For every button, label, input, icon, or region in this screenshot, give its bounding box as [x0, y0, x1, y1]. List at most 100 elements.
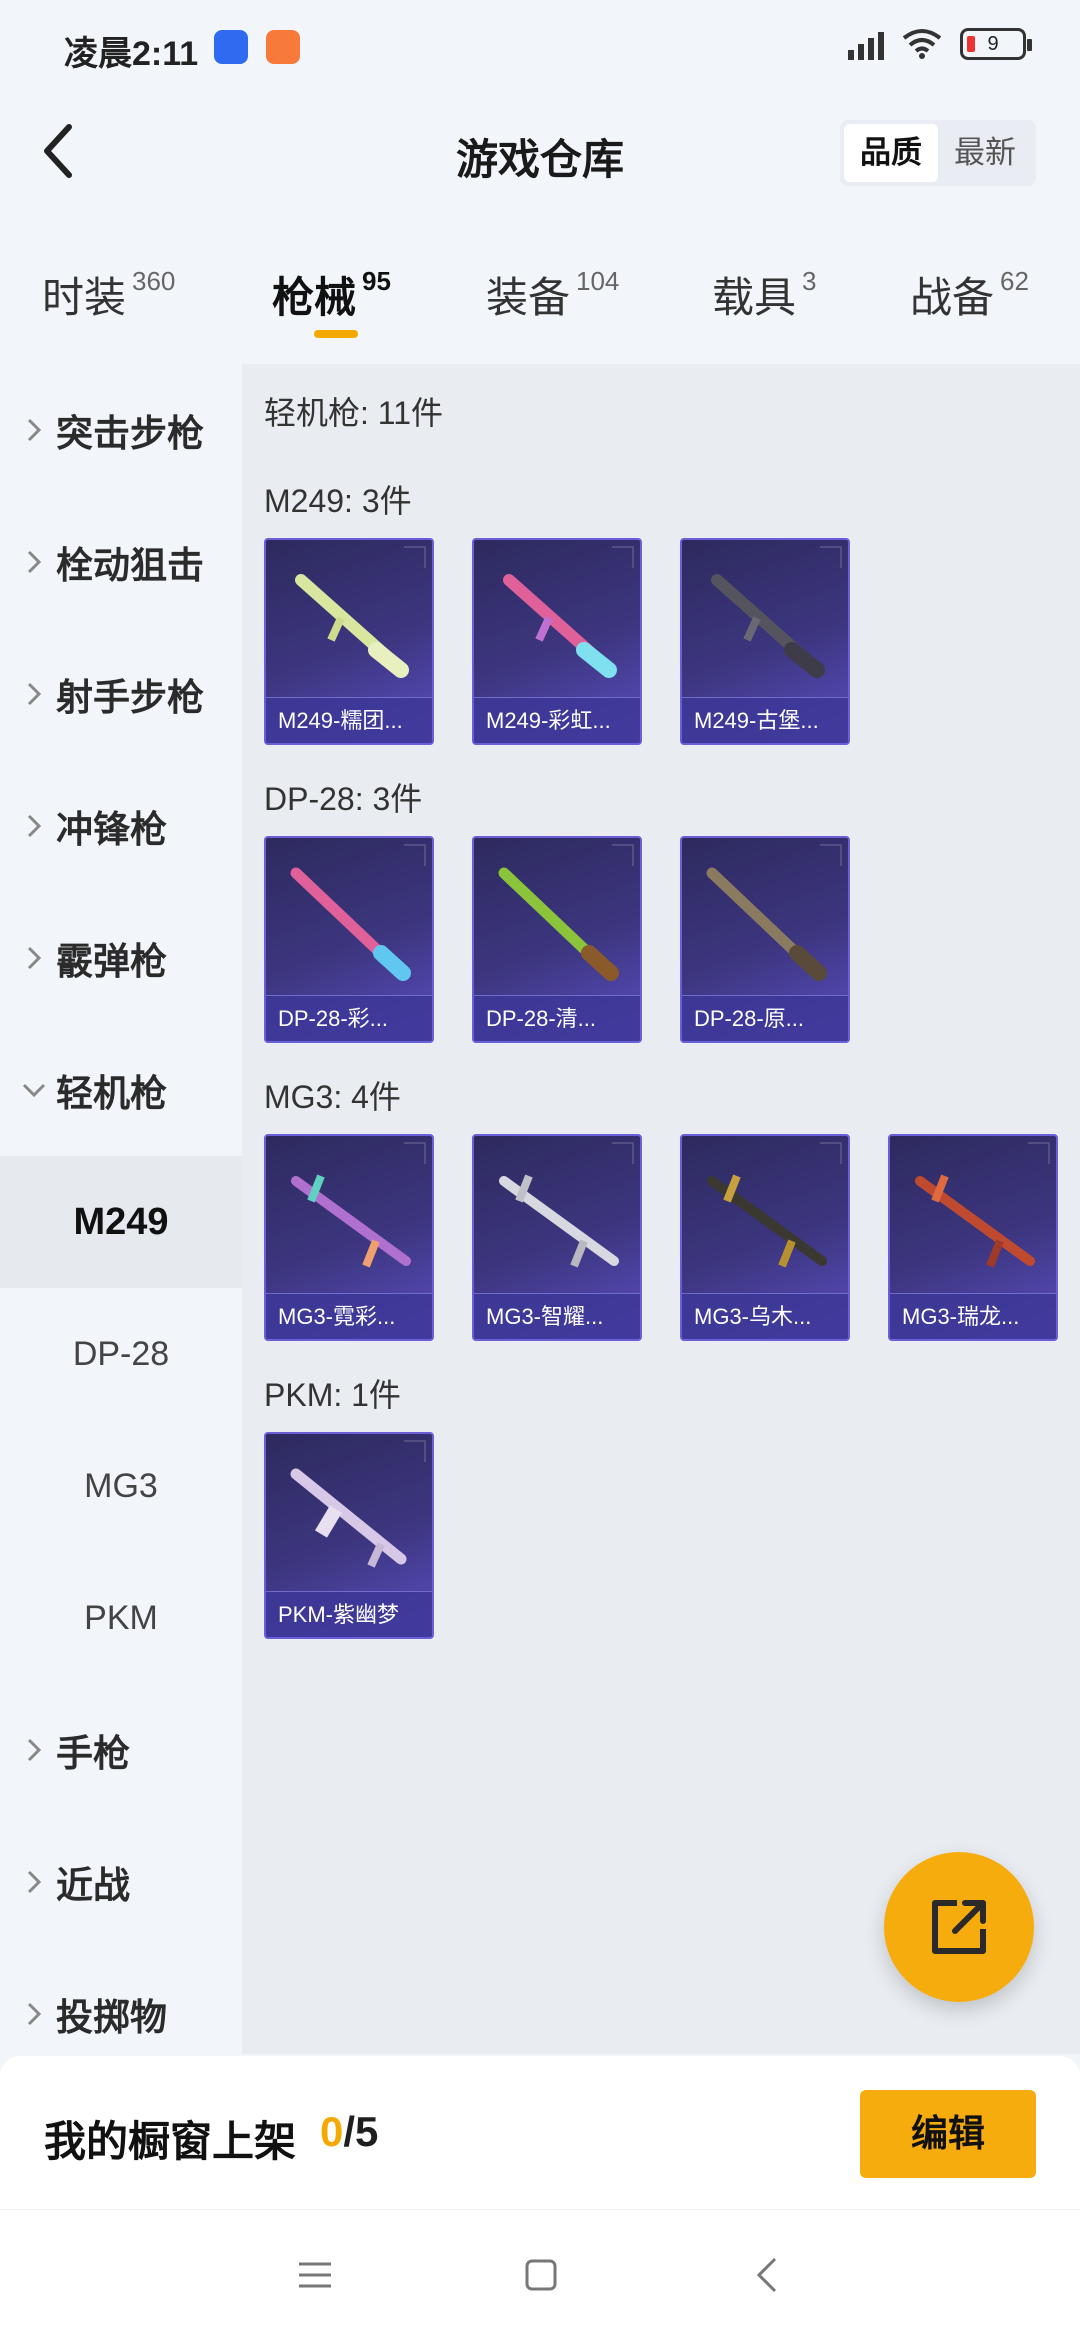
lmg-icon	[291, 1174, 411, 1268]
tab-fashion[interactable]: 时装 360	[42, 264, 175, 325]
showcase-separator: /	[343, 2108, 356, 2155]
item-card[interactable]: M249-古堡...	[680, 538, 850, 745]
category-sidebar: 突击步枪 栓动狙击 射手步枪 冲锋枪 霰弹枪 轻机枪 M249 DP-28 MG…	[0, 364, 242, 2064]
tab-count: 95	[362, 266, 391, 296]
item-card[interactable]: DP-28-彩...	[264, 836, 434, 1043]
active-tab-indicator	[314, 330, 358, 338]
showcase-max: 5	[355, 2108, 379, 2155]
header: 游戏仓库 品质 最新	[0, 96, 1080, 208]
sidebar-item-shotgun[interactable]: 霰弹枪	[0, 892, 242, 1024]
sidebar-subitem-mg3[interactable]: MG3	[0, 1420, 242, 1552]
group-title: MG3: 4件	[264, 1079, 401, 1115]
tab-vehicles[interactable]: 载具 3	[712, 264, 816, 325]
item-name: DP-28-彩...	[266, 995, 432, 1041]
item-card[interactable]: M249-糯团...	[264, 538, 434, 745]
group-title: PKM: 1件	[264, 1377, 401, 1413]
sidebar-item-smg[interactable]: 冲锋枪	[0, 760, 242, 892]
tab-equipment[interactable]: 装备 104	[486, 264, 619, 325]
group-title: M249: 3件	[264, 483, 412, 519]
tab-label: 载具	[712, 274, 797, 321]
tab-firearms[interactable]: 枪械 95	[272, 264, 391, 325]
menu-button[interactable]	[290, 2250, 340, 2300]
sort-option-quality[interactable]: 品质	[844, 124, 938, 182]
item-card[interactable]: MG3-乌木...	[680, 1134, 850, 1341]
sidebar-subitem-dp28[interactable]: DP-28	[0, 1288, 242, 1420]
sort-toggle: 品质 最新	[840, 120, 1036, 186]
chevron-right-icon	[22, 2002, 46, 2026]
group-title: DP-28: 3件	[264, 781, 423, 817]
showcase-count: 0/5	[320, 2108, 378, 2156]
lmg-icon	[290, 867, 411, 981]
item-name: DP-28-清...	[474, 995, 640, 1041]
item-name: MG3-瑞龙...	[890, 1293, 1056, 1339]
tab-supplies[interactable]: 战备 62	[910, 264, 1029, 325]
lmg-icon	[295, 574, 409, 678]
battery-level: 9	[987, 33, 999, 55]
item-card[interactable]: DP-28-原...	[680, 836, 850, 1043]
showcase-current: 0	[320, 2108, 344, 2155]
sidebar-item-label: 霰弹枪	[56, 941, 167, 982]
sidebar-item-assault-rifle[interactable]: 突击步枪	[0, 364, 242, 496]
tab-count: 360	[132, 266, 176, 296]
showcase-label: 我的橱窗上架	[44, 2118, 297, 2165]
lmg-icon	[915, 1174, 1035, 1268]
external-link-icon	[932, 1900, 986, 1954]
item-name: DP-28-原...	[682, 995, 848, 1041]
chevron-down-icon	[22, 1083, 46, 1097]
section-title: 轻机枪: 11件	[264, 395, 444, 431]
sidebar-item-bolt-sniper[interactable]: 栓动狙击	[0, 496, 242, 628]
wifi-icon	[902, 29, 942, 59]
back-nav-button[interactable]	[742, 2250, 792, 2300]
home-square-icon	[525, 2259, 557, 2291]
sidebar-item-label: 近战	[56, 1865, 130, 1906]
showcase-bar: 我的橱窗上架 0/5 编辑	[0, 2056, 1080, 2210]
tab-label: 时装	[42, 274, 127, 321]
battery-icon: 9	[960, 28, 1032, 60]
sidebar-item-marksman-rifle[interactable]: 射手步枪	[0, 628, 242, 760]
chevron-right-icon	[22, 1738, 46, 1762]
item-name: PKM-紫幽梦	[266, 1591, 432, 1637]
item-name: MG3-乌木...	[682, 1293, 848, 1339]
item-card[interactable]: DP-28-清...	[472, 836, 642, 1043]
category-tabs: 时装 360 枪械 95 装备 104 载具 3 战备 62	[0, 250, 1080, 345]
sidebar-subitem-pkm[interactable]: PKM	[0, 1552, 242, 1684]
tab-label: 装备	[486, 274, 571, 321]
sidebar-item-lmg[interactable]: 轻机枪	[0, 1024, 242, 1156]
lmg-icon	[498, 867, 619, 981]
item-name: M249-彩虹...	[474, 697, 640, 743]
status-time: 凌晨2:11	[64, 35, 199, 73]
chevron-right-icon	[22, 1870, 46, 1894]
system-nav-bar	[0, 2210, 1080, 2340]
tab-label: 枪械	[272, 274, 357, 321]
item-name: MG3-智耀...	[474, 1293, 640, 1339]
lmg-icon	[706, 867, 827, 981]
item-card[interactable]: MG3-霓彩...	[264, 1134, 434, 1341]
item-card[interactable]: MG3-瑞龙...	[888, 1134, 1058, 1341]
item-name: MG3-霓彩...	[266, 1293, 432, 1339]
sort-option-newest[interactable]: 最新	[938, 124, 1032, 182]
sidebar-item-label: 投掷物	[56, 1997, 167, 2038]
edit-button[interactable]: 编辑	[860, 2090, 1036, 2178]
item-grid: 轻机枪: 11件 M249: 3件 M249-糯团... M249-彩虹... …	[242, 364, 1080, 2054]
share-button[interactable]	[884, 1852, 1034, 2002]
item-name: M249-糯团...	[266, 697, 432, 743]
tab-label: 战备	[910, 274, 995, 321]
chevron-right-icon	[22, 814, 46, 838]
sidebar-item-label: 轻机枪	[56, 1073, 167, 1114]
chevron-right-icon	[22, 946, 46, 970]
tab-count: 3	[802, 266, 817, 296]
sidebar-item-label: 突击步枪	[56, 413, 204, 454]
item-card[interactable]: PKM-紫幽梦	[264, 1432, 434, 1639]
lmg-icon	[711, 574, 825, 678]
sidebar-item-label: 射手步枪	[56, 677, 204, 718]
back-triangle-icon	[756, 2257, 777, 2293]
sidebar-subitem-m249[interactable]: M249	[0, 1156, 242, 1288]
tab-count: 62	[1000, 266, 1029, 296]
signal-icon	[848, 28, 884, 60]
sidebar-item-melee[interactable]: 近战	[0, 1816, 242, 1948]
home-button[interactable]	[516, 2250, 566, 2300]
sidebar-item-pistol[interactable]: 手枪	[0, 1684, 242, 1816]
item-card[interactable]: MG3-智耀...	[472, 1134, 642, 1341]
app-notification-icon	[214, 30, 248, 64]
item-card[interactable]: M249-彩虹...	[472, 538, 642, 745]
